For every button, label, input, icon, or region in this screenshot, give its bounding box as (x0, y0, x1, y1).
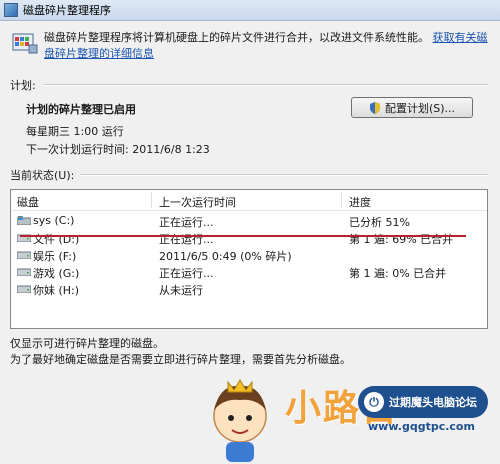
schedule-title: 计划的碎片整理已启用 (26, 103, 136, 116)
drive-icon (17, 268, 31, 276)
drive-icon (17, 285, 31, 293)
disk-row[interactable]: 文件 (D:) 正在运行... 第 1 遍: 69% 已合并 (11, 229, 487, 246)
title-bar: 磁盘碎片整理程序 (0, 0, 500, 21)
schedule-next-run: 下一次计划运行时间: 2011/6/8 1:23 (26, 143, 210, 156)
column-progress[interactable]: 进度 (349, 194, 371, 210)
forum-badge-text: 过期魔头电脑论坛 (389, 396, 477, 409)
disk-list-header: 磁盘 上一次运行时间 进度 (11, 190, 487, 211)
disk-progress: 已分析 51% (349, 216, 410, 229)
app-title-icon (4, 3, 18, 17)
cartoon-mascot-icon (213, 379, 267, 462)
disk-list[interactable]: 磁盘 上一次运行时间 进度 sys (C:) 正在运行... 已分析 51% 文… (10, 189, 488, 329)
system-drive-icon (17, 216, 31, 225)
disk-last-run: 正在运行... (159, 216, 214, 229)
configure-schedule-button[interactable]: 配置计划(S)... (351, 97, 473, 118)
disk-name: 游戏 (G:) (33, 267, 80, 280)
schedule-frequency: 每星期三 1:00 运行 (26, 125, 124, 138)
status-section-label: 当前状态(U): (10, 169, 75, 182)
disk-progress: 第 1 遍: 0% 已合并 (349, 267, 447, 280)
header-description: 磁盘碎片整理程序将计算机硬盘上的碎片文件进行合并，以改进文件系统性能。 获取有关… (44, 30, 492, 62)
column-disk[interactable]: 磁盘 (17, 194, 39, 210)
disk-last-run: 正在运行... (159, 233, 214, 246)
main-panel: 磁盘碎片整理程序将计算机硬盘上的碎片文件进行合并，以改进文件系统性能。 获取有关… (0, 21, 500, 462)
disk-row[interactable]: sys (C:) 正在运行... 已分析 51% (11, 212, 487, 229)
status-separator (80, 174, 488, 176)
defrag-app-icon (12, 33, 38, 54)
disk-row[interactable]: 游戏 (G:) 正在运行... 第 1 遍: 0% 已合并 (11, 263, 487, 280)
configure-schedule-label: 配置计划(S)... (384, 101, 456, 115)
window-title: 磁盘碎片整理程序 (23, 4, 111, 17)
disk-name: 娱乐 (F:) (33, 250, 77, 263)
schedule-separator (44, 84, 488, 86)
power-icon: ⏻ (364, 392, 384, 412)
disk-row[interactable]: 娱乐 (F:) 2011/6/5 0:49 (0% 碎片) (11, 246, 487, 263)
column-divider (341, 192, 342, 208)
column-divider (151, 192, 152, 208)
uac-shield-icon (369, 101, 380, 114)
disk-row[interactable]: 你妹 (H:) 从未运行 (11, 280, 487, 297)
description-text: 磁盘碎片整理程序将计算机硬盘上的碎片文件进行合并，以改进文件系统性能。 (44, 31, 429, 44)
disk-name: 你妹 (H:) (33, 284, 80, 297)
column-last-run[interactable]: 上一次运行时间 (159, 194, 236, 210)
watermark-url: www.gqgtpc.com (368, 420, 475, 433)
schedule-section-label: 计划: (10, 79, 36, 92)
disk-last-run: 正在运行... (159, 267, 214, 280)
disk-last-run: 2011/6/5 0:49 (0% 碎片) (159, 250, 292, 263)
footer-note-analyze: 为了最好地确定磁盘是否需要立即进行碎片整理，需要首先分析磁盘。 (10, 353, 351, 366)
disk-last-run: 从未运行 (159, 284, 203, 297)
forum-badge: ⏻ 过期魔头电脑论坛 (358, 386, 488, 418)
annotation-underline (20, 235, 466, 237)
disk-progress: 第 1 遍: 69% 已合并 (349, 233, 454, 246)
disk-name: 文件 (D:) (33, 233, 80, 246)
drive-icon (17, 251, 31, 259)
disk-name: sys (C:) (33, 214, 75, 227)
footer-note-disks: 仅显示可进行碎片整理的磁盘。 (10, 337, 164, 350)
